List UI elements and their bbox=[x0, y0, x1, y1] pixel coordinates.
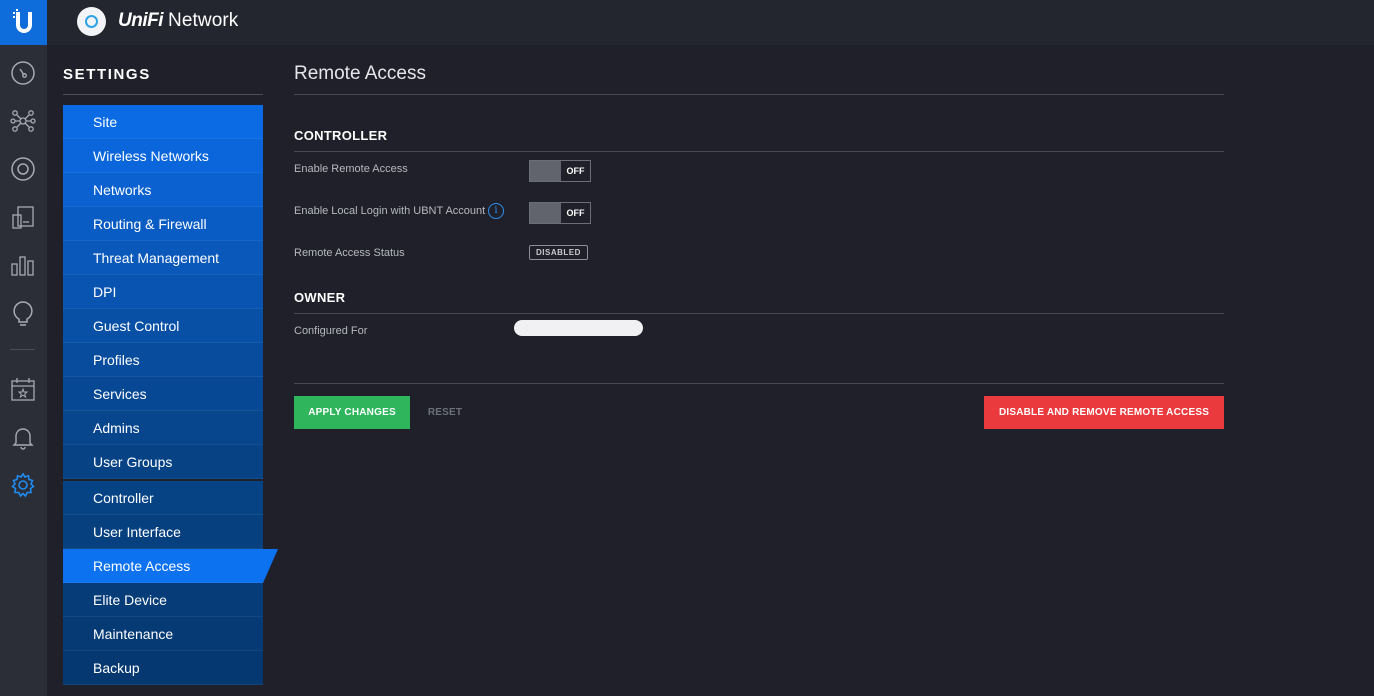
nav-item-maintenance[interactable]: Maintenance bbox=[63, 617, 263, 651]
nav-item-user-interface[interactable]: User Interface bbox=[63, 515, 263, 549]
nav-item-admins[interactable]: Admins bbox=[63, 411, 263, 445]
settings-divider bbox=[63, 94, 263, 95]
nav-item-guest-control[interactable]: Guest Control bbox=[63, 309, 263, 343]
title-divider bbox=[294, 94, 1224, 95]
nav-item-remote-access[interactable]: Remote Access bbox=[63, 549, 278, 583]
toggle-state: OFF bbox=[566, 166, 585, 176]
controller-section-heading: CONTROLLER bbox=[294, 128, 388, 143]
info-icon[interactable]: i bbox=[488, 203, 504, 219]
enable-remote-access-toggle[interactable]: OFF bbox=[529, 160, 591, 182]
status-badge: DISABLED bbox=[529, 245, 588, 260]
dashboard-icon[interactable] bbox=[9, 59, 37, 87]
ubiquiti-logo[interactable] bbox=[0, 0, 47, 45]
unifi-app-icon[interactable] bbox=[77, 7, 106, 36]
alerts-icon[interactable] bbox=[9, 423, 37, 451]
nav-item-user-groups[interactable]: User Groups bbox=[63, 445, 263, 479]
nav-item-routing-firewall[interactable]: Routing & Firewall bbox=[63, 207, 263, 241]
redacted-owner-value bbox=[514, 320, 643, 336]
remote-access-status-label: Remote Access Status bbox=[294, 247, 405, 259]
reset-button[interactable]: RESET bbox=[420, 396, 470, 429]
settings-heading: SETTINGS bbox=[63, 66, 151, 83]
statistics-icon[interactable] bbox=[9, 251, 37, 279]
devices-icon[interactable] bbox=[9, 155, 37, 183]
topology-icon[interactable] bbox=[9, 107, 37, 135]
actions-divider bbox=[294, 383, 1224, 384]
nav-item-controller[interactable]: Controller bbox=[63, 481, 263, 515]
nav-item-networks[interactable]: Networks bbox=[63, 173, 263, 207]
enable-local-login-label: Enable Local Login with UBNT Account bbox=[294, 205, 486, 217]
disable-remove-remote-access-button[interactable]: DISABLE AND REMOVE REMOTE ACCESS bbox=[984, 396, 1224, 429]
enable-local-login-toggle[interactable]: OFF bbox=[529, 202, 591, 224]
rail-divider bbox=[10, 349, 35, 350]
nav-item-services[interactable]: Services bbox=[63, 377, 263, 411]
owner-section-divider bbox=[294, 313, 1224, 314]
nav-item-site[interactable]: Site bbox=[63, 105, 263, 139]
owner-section-heading: OWNER bbox=[294, 290, 346, 305]
nav-item-threat-management[interactable]: Threat Management bbox=[63, 241, 263, 275]
nav-item-profiles[interactable]: Profiles bbox=[63, 343, 263, 377]
nav-item-elite-device[interactable]: Elite Device bbox=[63, 583, 263, 617]
nav-item-backup[interactable]: Backup bbox=[63, 651, 263, 685]
settings-nav-site-group: Site Wireless Networks Networks Routing … bbox=[63, 105, 263, 479]
toggle-knob bbox=[530, 161, 561, 181]
nav-item-wireless-networks[interactable]: Wireless Networks bbox=[63, 139, 263, 173]
page-title: Remote Access bbox=[294, 63, 426, 84]
settings-nav-controller-group: Controller User Interface Remote Access … bbox=[63, 481, 278, 685]
ubiquiti-u-icon bbox=[12, 8, 32, 33]
clients-icon[interactable] bbox=[9, 203, 37, 231]
nav-item-dpi[interactable]: DPI bbox=[63, 275, 263, 309]
controller-section-divider bbox=[294, 151, 1224, 152]
app-name: Network bbox=[168, 10, 239, 31]
top-bar: UniFi Network bbox=[0, 0, 1374, 45]
app-title: UniFi Network bbox=[118, 10, 238, 32]
enable-remote-access-label: Enable Remote Access bbox=[294, 163, 408, 175]
toggle-knob bbox=[530, 203, 561, 223]
app-brand: UniFi bbox=[118, 10, 164, 31]
settings-icon[interactable] bbox=[9, 471, 37, 499]
toggle-state: OFF bbox=[566, 208, 585, 218]
left-rail bbox=[0, 45, 47, 696]
apply-changes-button[interactable]: APPLY CHANGES bbox=[294, 396, 410, 429]
configured-for-label: Configured For bbox=[294, 325, 368, 337]
insights-icon[interactable] bbox=[9, 299, 37, 327]
events-icon[interactable] bbox=[9, 375, 37, 403]
